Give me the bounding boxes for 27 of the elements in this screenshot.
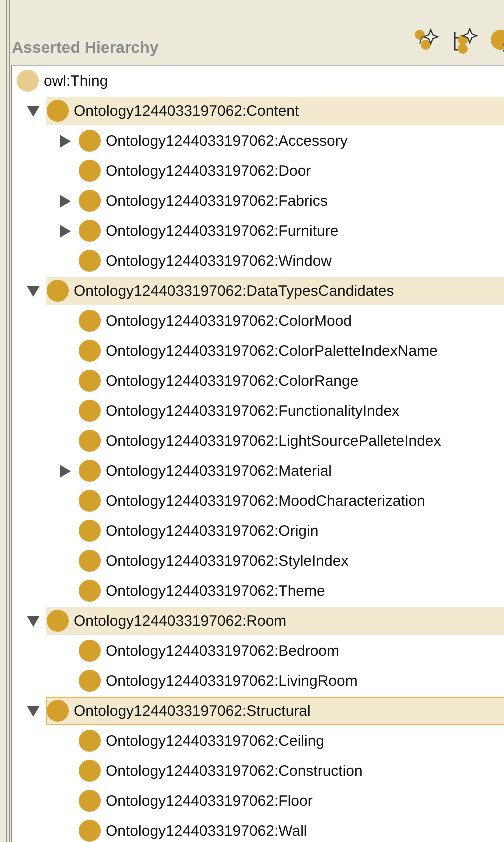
tree-item[interactable]: Ontology1244033197062:Wall — [78, 817, 504, 842]
tree-item[interactable]: Ontology1244033197062:Floor — [78, 787, 504, 815]
panel-title: Asserted Hierarchy — [12, 40, 159, 59]
tree-item[interactable]: Ontology1244033197062:Content — [46, 97, 504, 125]
tree-item[interactable]: Ontology1244033197062:Theme — [78, 577, 504, 605]
tree-item[interactable]: Ontology1244033197062:Fabrics — [78, 187, 504, 215]
tree-item[interactable]: Ontology1244033197062:FunctionalityIndex — [78, 397, 504, 425]
tree-item[interactable]: Ontology1244033197062:ColorRange — [78, 367, 504, 395]
tree-item[interactable]: owl:Thing — [16, 67, 504, 95]
tree-item[interactable]: Ontology1244033197062:Material — [78, 457, 504, 485]
tree-item[interactable]: Ontology1244033197062:Window — [78, 247, 504, 275]
tree-item[interactable]: Ontology1244033197062:Origin — [78, 517, 504, 545]
tree-item[interactable]: Ontology1244033197062:Structural — [46, 697, 504, 725]
tree-item[interactable]: Ontology1244033197062:Door — [78, 157, 504, 185]
tree-item[interactable]: Ontology1244033197062:ColorMood — [78, 307, 504, 335]
tree-item[interactable]: Ontology1244033197062:LightSourcePalleteIndex — [78, 427, 504, 455]
tree-item[interactable]: Ontology1244033197062:Room — [46, 607, 504, 635]
tree-item[interactable]: Ontology1244033197062:Ceiling — [78, 727, 504, 755]
tree-item[interactable]: Ontology1244033197062:MoodCharacterization — [78, 487, 504, 515]
tree-item[interactable]: Ontology1244033197062:StyleIndex — [78, 547, 504, 575]
tree-item[interactable]: Ontology1244033197062:Furniture — [78, 217, 504, 245]
tree-item[interactable]: Ontology1244033197062:LivingRoom — [78, 667, 504, 695]
tree-item[interactable]: Ontology1244033197062:Accessory — [78, 127, 504, 155]
tree-item[interactable]: Ontology1244033197062:ColorPaletteIndexName — [78, 337, 504, 365]
tree-item[interactable]: Ontology1244033197062:Bedroom — [78, 637, 504, 665]
tree-item[interactable]: Ontology1244033197062:Construction — [78, 757, 504, 785]
tree-item[interactable]: Ontology1244033197062:DataTypesCandidates — [46, 277, 504, 305]
